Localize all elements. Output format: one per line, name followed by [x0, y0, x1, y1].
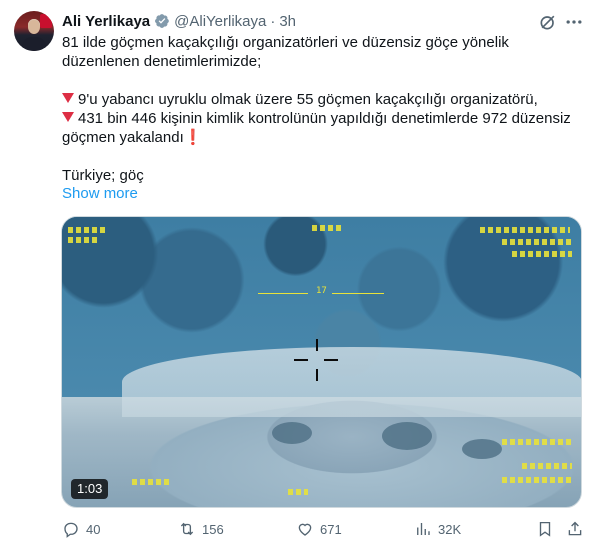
hud-overlay — [502, 239, 572, 245]
share-icon — [568, 521, 582, 536]
hud-overlay — [502, 439, 572, 445]
tweet-item-1: 9'u yabancı uyruklu olmak üzere 55 göçme… — [62, 90, 582, 109]
hud-overlay — [480, 227, 570, 233]
video-player[interactable]: 17 1:03 — [61, 216, 582, 508]
views-button[interactable]: 32K — [414, 520, 461, 538]
action-bar: 40 156 671 32K — [62, 520, 584, 540]
hud-overlay — [288, 489, 308, 495]
repost-count: 156 — [202, 521, 224, 537]
like-button[interactable]: 671 — [296, 520, 342, 538]
crosshair — [316, 369, 318, 381]
repost-icon — [180, 522, 194, 536]
like-count: 671 — [320, 521, 342, 537]
verified-badge-icon — [155, 14, 169, 28]
hud-overlay — [312, 225, 342, 231]
separator: · — [270, 12, 276, 30]
red-triangle-icon — [62, 112, 74, 122]
hud-overlay — [512, 251, 572, 257]
grok-icon[interactable] — [538, 12, 558, 32]
hud-overlay — [502, 477, 572, 483]
reply-button[interactable]: 40 — [62, 520, 100, 538]
tweet-text: 81 ilde göçmen kaçakçılığı organizatörle… — [62, 33, 582, 185]
hud-overlay — [68, 237, 98, 243]
video-frame-shore — [122, 347, 581, 417]
reply-icon — [64, 522, 78, 538]
hud-heading-readout: 17 — [316, 286, 327, 296]
like-icon — [298, 523, 312, 536]
reply-count: 40 — [86, 521, 101, 537]
author-name[interactable]: Ali Yerlikaya — [62, 13, 150, 30]
hud-overlay — [132, 479, 172, 485]
views-count: 32K — [438, 521, 462, 537]
bookmark-button[interactable] — [536, 520, 560, 538]
video-frame-rock — [462, 439, 502, 459]
crosshair — [294, 359, 308, 361]
tweet-header: Ali Yerlikaya @AliYerlikaya · 3h — [62, 11, 296, 31]
repost-button[interactable]: 156 — [178, 520, 224, 538]
tweet-line-intro: 81 ilde göçmen kaçakçılığı organizatörle… — [62, 34, 509, 70]
crosshair — [316, 339, 318, 351]
author-handle[interactable]: @AliYerlikaya — [174, 13, 266, 30]
hud-overlay — [68, 227, 108, 233]
hud-heading-bar-right — [332, 293, 384, 294]
tweet-tags: Türkiye; göç — [62, 167, 144, 184]
tweet[interactable]: Ali Yerlikaya @AliYerlikaya · 3h 81 ilde… — [0, 0, 610, 552]
bookmark-icon — [539, 521, 551, 537]
crosshair — [324, 359, 338, 361]
hud-overlay — [522, 463, 572, 469]
red-triangle-icon — [62, 93, 74, 103]
show-more-link[interactable]: Show more — [62, 185, 138, 202]
views-icon — [417, 523, 430, 535]
avatar[interactable] — [14, 11, 54, 51]
share-button[interactable] — [566, 520, 590, 538]
hud-heading-bar-left — [258, 293, 308, 294]
more-icon[interactable] — [564, 12, 584, 32]
video-frame-rock — [272, 422, 312, 444]
video-frame-rock — [382, 422, 432, 450]
exclamation-icon: ❗ — [183, 129, 203, 146]
video-duration: 1:03 — [71, 479, 109, 499]
timestamp[interactable]: 3h — [279, 13, 296, 30]
tweet-item-2: 431 bin 446 kişinin kimlik kontrolünün y… — [62, 110, 571, 146]
